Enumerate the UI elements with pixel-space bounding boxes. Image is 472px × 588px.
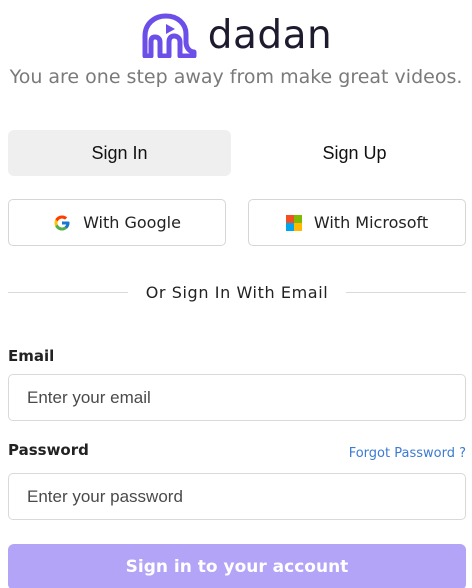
email-input[interactable]	[8, 374, 466, 421]
tagline: You are one step away from make great vi…	[9, 66, 463, 88]
microsoft-button-label: With Microsoft	[313, 213, 429, 232]
password-input[interactable]	[8, 473, 466, 520]
auth-tabs: Sign In Sign Up	[8, 130, 466, 176]
google-icon	[54, 215, 70, 230]
google-signin-button[interactable]: With Google	[8, 199, 226, 246]
microsoft-icon	[285, 214, 302, 231]
social-login: With Google With Microsoft	[8, 199, 466, 246]
brand-logo: dadan	[0, 12, 472, 58]
email-divider: Or Sign In With Email	[8, 283, 466, 302]
divider-line-left	[8, 292, 128, 293]
divider-line-right	[346, 292, 466, 293]
password-label: Password	[8, 441, 89, 459]
sign-in-submit-button[interactable]: Sign in to your account	[8, 544, 466, 588]
tab-sign-in[interactable]: Sign In	[8, 130, 231, 176]
google-button-label: With Google	[83, 213, 181, 232]
forgot-password-link[interactable]: Forgot Password ?	[349, 446, 466, 461]
microsoft-signin-button[interactable]: With Microsoft	[248, 199, 466, 246]
brand-name: dadan	[207, 12, 333, 58]
tab-sign-up[interactable]: Sign Up	[243, 130, 466, 176]
divider-text: Or Sign In With Email	[145, 283, 329, 302]
elephant-logo-icon	[142, 13, 197, 58]
email-label: Email	[8, 347, 55, 365]
